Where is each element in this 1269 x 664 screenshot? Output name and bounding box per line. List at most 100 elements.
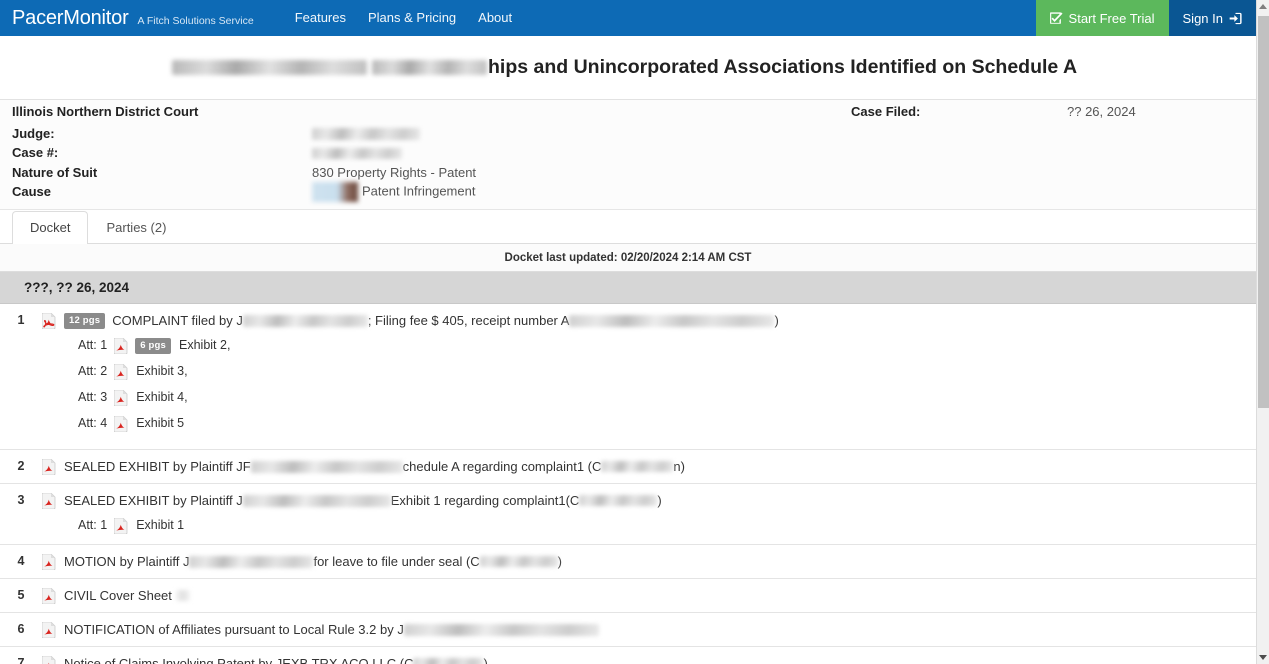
case-filed-value: ?? 26, 2024	[1067, 104, 1136, 119]
docket-entry-body: SEALED EXHIBIT by Plaintiff JF chedule A…	[42, 457, 1256, 476]
redacted-party-name	[250, 460, 403, 473]
attachment-label: Att: 4	[78, 416, 108, 430]
pdf-icon[interactable]	[42, 492, 56, 509]
tab-parties[interactable]: Parties (2)	[88, 211, 184, 244]
docket-entry-body: NOTIFICATION of Affiliates pursuant to L…	[42, 620, 1256, 639]
sign-in-button[interactable]: Sign In	[1168, 0, 1256, 36]
docket-entry-text-before: CIVIL Cover Sheet	[64, 588, 172, 603]
brand-logo[interactable]: PacerMonitor A Fitch Solutions Service	[0, 0, 254, 36]
docket-entry-text-mid: chedule A regarding complaint1 (C	[402, 459, 602, 474]
pdf-icon[interactable]	[42, 621, 56, 638]
pdf-icon[interactable]	[114, 517, 128, 534]
pdf-icon[interactable]	[42, 553, 56, 570]
docket-entry-number: 2	[17, 459, 25, 473]
start-free-trial-label: Start Free Trial	[1068, 10, 1155, 26]
list-item[interactable]: Att: 4 Exhibit 5	[78, 414, 1256, 433]
docket-entry-text-mid: Exhibit 1 regarding complaint1(C	[390, 493, 580, 508]
pdf-icon[interactable]	[114, 415, 128, 432]
case-field-cause-label: Cause	[12, 184, 52, 200]
case-tabs: Docket Parties (2)	[0, 210, 1256, 244]
list-item[interactable]: Att: 1 Exhibit 1	[78, 516, 1256, 535]
case-field-case-number-label: Case #:	[12, 145, 59, 161]
docket-entry-text: MOTION by Plaintiff J for leave to file …	[42, 552, 1256, 571]
table-row[interactable]: 4 MOTION by Plaintiff J for leave to fil…	[0, 545, 1256, 579]
docket-entry-number: 6	[17, 622, 25, 636]
scroll-up-arrow-icon[interactable]	[1257, 0, 1269, 13]
pdf-icon[interactable]	[114, 363, 128, 380]
docket-entry-text: 12 pgs COMPLAINT filed by J ; Filing fee…	[42, 311, 1256, 330]
case-title-bar: hips and Unincorporated Associations Ide…	[0, 36, 1256, 100]
table-row[interactable]: 6 NOTIFICATION of Affiliates pursuant to…	[0, 613, 1256, 647]
list-item[interactable]: Att: 1 6 pgs Exhibit 2,	[78, 336, 1256, 355]
table-row[interactable]: 7 Notice of Claims Involving Patent by J…	[0, 647, 1256, 664]
case-filed-block: Case Filed: ?? 26, 2024	[851, 104, 1136, 119]
attachment-name: Exhibit 3,	[136, 364, 188, 378]
redacted-attorney-name	[579, 495, 658, 506]
pdf-icon[interactable]	[42, 587, 56, 604]
court-name: Illinois Northern District Court	[12, 104, 199, 119]
brand-name: PacerMonitor	[12, 7, 129, 29]
nav-link-features[interactable]: Features	[284, 0, 357, 36]
scrollbar-thumb[interactable]	[1258, 16, 1269, 408]
docket-entry-body: CIVIL Cover Sheet	[42, 586, 1256, 605]
docket-entry-text-mid: for leave to file under seal (C	[313, 554, 480, 569]
docket-entry-body: 12 pgs COMPLAINT filed by J ; Filing fee…	[42, 311, 1256, 442]
docket-entry-list: 1 12 pgs COMPLAINT filed by J ; Filing f…	[0, 304, 1256, 664]
case-filed-label: Case Filed:	[851, 104, 921, 119]
main-nav-links: Features Plans & Pricing About	[284, 0, 523, 36]
attachment-label: Att: 3	[78, 390, 108, 404]
docket-entry-text-after: )	[557, 554, 563, 569]
page-count-badge: 6 pgs	[135, 337, 171, 354]
scroll-down-arrow-icon[interactable]	[1257, 651, 1269, 664]
docket-entry-text: SEALED EXHIBIT by Plaintiff J Exhibit 1 …	[42, 491, 1256, 510]
redacted-receipt-number	[569, 314, 775, 327]
docket-entry-text-before: COMPLAINT filed by J	[112, 313, 243, 328]
attachment-label: Att: 1	[78, 518, 108, 532]
list-item[interactable]: Att: 3 Exhibit 4,	[78, 388, 1256, 407]
pdf-icon[interactable]	[114, 337, 128, 354]
list-item[interactable]: Att: 2 Exhibit 3,	[78, 362, 1256, 381]
check-square-icon	[1049, 11, 1063, 25]
docket-entry-text: CIVIL Cover Sheet	[42, 586, 1256, 605]
docket-entry-body: Notice of Claims Involving Patent by JEX…	[42, 654, 1256, 664]
vertical-scrollbar[interactable]	[1256, 0, 1269, 664]
attachment-list: Att: 1 Exhibit 1	[42, 510, 1256, 537]
docket-date-header: ???, ?? 26, 2024	[0, 272, 1256, 304]
table-row[interactable]: 1 12 pgs COMPLAINT filed by J ; Filing f…	[0, 304, 1256, 450]
redacted-filer-name	[242, 314, 368, 327]
docket-entry-text-before: SEALED EXHIBIT by Plaintiff JF	[64, 459, 251, 474]
redacted-attorney-name	[601, 461, 674, 472]
case-field-cause: Cause Patent Infringement	[12, 181, 572, 202]
docket-entry-body: MOTION by Plaintiff J for leave to file …	[42, 552, 1256, 571]
table-row[interactable]: 3 SEALED EXHIBIT by Plaintiff J Exhibit …	[0, 484, 1256, 545]
docket-entry-text-after: )	[774, 313, 779, 328]
case-field-case-number: Case #:	[12, 143, 572, 163]
case-field-cause-value: Patent Infringement	[312, 181, 475, 202]
page-title: hips and Unincorporated Associations Ide…	[0, 56, 1077, 79]
pdf-icon[interactable]	[42, 312, 56, 329]
case-field-nature-of-suit-label: Nature of Suit	[12, 164, 98, 180]
pdf-icon[interactable]	[42, 458, 56, 475]
case-field-judge-label: Judge:	[12, 125, 55, 141]
docket-entry-number: 1	[17, 313, 25, 327]
attachment-name: Exhibit 1	[136, 518, 185, 532]
docket-entry-body: SEALED EXHIBIT by Plaintiff J Exhibit 1 …	[42, 491, 1256, 537]
pdf-icon[interactable]	[42, 655, 56, 664]
redacted-attorney-name	[479, 556, 558, 567]
redacted-cause-prefix	[312, 181, 358, 202]
nav-right-actions: Start Free Trial Sign In	[1035, 0, 1256, 36]
start-free-trial-button[interactable]: Start Free Trial	[1035, 0, 1169, 36]
top-navigation-bar: PacerMonitor A Fitch Solutions Service F…	[0, 0, 1256, 36]
attachment-name: Exhibit 2,	[179, 338, 231, 352]
tab-docket[interactable]: Docket	[12, 211, 89, 244]
nav-link-about[interactable]: About	[467, 0, 523, 36]
table-row[interactable]: 5 CIVIL Cover Sheet	[0, 579, 1256, 613]
case-field-judge-value	[312, 126, 420, 141]
redacted-trailing-text	[175, 590, 190, 601]
table-row[interactable]: 2 SEALED EXHIBIT by Plaintiff JF chedule…	[0, 450, 1256, 484]
case-field-nature-of-suit: Nature of Suit 830 Property Rights - Pat…	[12, 163, 572, 183]
pdf-icon[interactable]	[114, 389, 128, 406]
docket-entry-number: 5	[17, 588, 25, 602]
page-count-badge: 12 pgs	[64, 312, 106, 329]
nav-link-plans-pricing[interactable]: Plans & Pricing	[357, 0, 467, 36]
